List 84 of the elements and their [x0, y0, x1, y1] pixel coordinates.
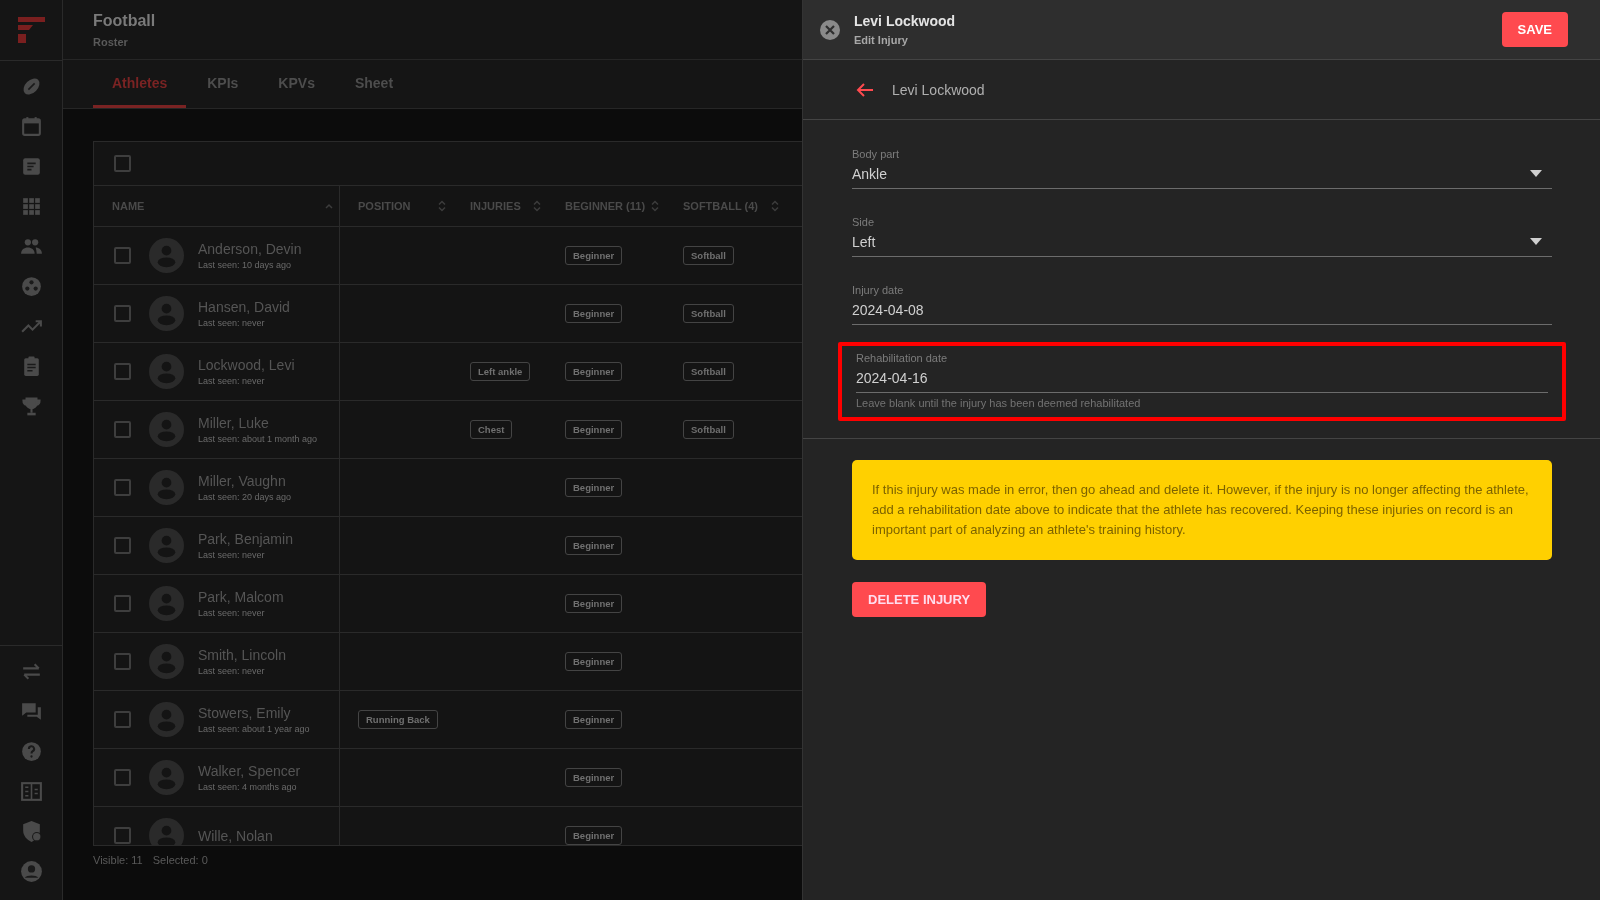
- tab[interactable]: KPVs: [259, 60, 334, 108]
- athlete-name[interactable]: Walker, Spencer: [198, 763, 301, 779]
- level-tag: Beginner: [565, 246, 623, 265]
- athlete-name[interactable]: Miller, Vaughn: [198, 473, 292, 489]
- field-label: Rehabilitation date: [856, 352, 949, 364]
- row-checkbox[interactable]: [114, 363, 131, 380]
- logo-icon[interactable]: [17, 17, 45, 43]
- ledger-icon[interactable]: [18, 779, 44, 804]
- row-checkbox[interactable]: [114, 595, 131, 612]
- row-checkbox[interactable]: [114, 305, 131, 322]
- row-checkbox[interactable]: [114, 711, 131, 728]
- last-seen-text: Last seen: never: [198, 666, 266, 676]
- page-title: Football: [93, 12, 156, 30]
- level-tag: Beginner: [565, 710, 623, 729]
- field-label: Side: [852, 216, 876, 228]
- last-seen-text: Last seen: 4 months ago: [198, 782, 298, 792]
- last-seen-text: Last seen: 20 days ago: [198, 492, 292, 502]
- select-field[interactable]: Ankle: [852, 166, 1552, 189]
- athlete-name[interactable]: Wille, Nolan: [198, 827, 273, 844]
- injury-tag: Chest: [470, 420, 513, 439]
- level-tag: Beginner: [565, 768, 623, 787]
- last-seen-text: Last seen: never: [198, 608, 266, 618]
- selected-count: Selected: 0: [152, 854, 208, 866]
- tab[interactable]: Sheet: [335, 60, 413, 108]
- visible-count: Visible: 11: [93, 854, 143, 866]
- athlete-name[interactable]: Miller, Luke: [198, 415, 318, 431]
- last-seen-text: Last seen: never: [198, 550, 266, 560]
- last-seen-text: Last seen: never: [198, 318, 266, 328]
- athlete-name[interactable]: Smith, Lincoln: [198, 647, 286, 663]
- panel-subtitle: Edit Injury: [854, 34, 908, 46]
- select-field[interactable]: Left: [852, 234, 1552, 257]
- position-tag: Running Back: [358, 710, 438, 729]
- row-checkbox[interactable]: [114, 479, 131, 496]
- level-tag: Beginner: [565, 652, 623, 671]
- last-seen-text: Last seen: 10 days ago: [198, 260, 293, 270]
- field-label: Injury date: [852, 284, 905, 296]
- row-checkbox[interactable]: [114, 247, 131, 264]
- row-checkbox[interactable]: [114, 537, 131, 554]
- panel-title: Levi Lockwood: [854, 13, 956, 29]
- sort-icon[interactable]: [769, 200, 781, 212]
- page-subtitle: Roster: [93, 36, 128, 48]
- row-checkbox[interactable]: [114, 769, 131, 786]
- close-icon[interactable]: [819, 18, 841, 41]
- dropdown-caret-icon[interactable]: [1530, 238, 1542, 246]
- last-seen-text: Last seen: about 1 month ago: [198, 434, 318, 444]
- account-icon[interactable]: [18, 859, 44, 884]
- row-checkbox[interactable]: [114, 827, 131, 844]
- sport-tag: Softball: [683, 304, 734, 323]
- tab[interactable]: KPIs: [188, 60, 258, 108]
- injury-tag: Left ankle: [470, 362, 531, 381]
- level-tag: Beginner: [565, 420, 623, 439]
- dropdown-caret-icon[interactable]: [1530, 170, 1542, 178]
- save-button[interactable]: SAVE: [1501, 12, 1568, 47]
- delete-injury-button[interactable]: DELETE INJURY: [852, 582, 987, 617]
- athlete-name[interactable]: Hansen, David: [198, 299, 290, 315]
- date-field[interactable]: 2024-04-16: [856, 370, 1548, 393]
- athlete-name[interactable]: Anderson, Devin: [198, 241, 302, 257]
- date-field[interactable]: 2024-04-08: [852, 302, 1552, 325]
- level-tag: Beginner: [565, 594, 623, 613]
- sort-icon[interactable]: [649, 200, 661, 212]
- sport-tag: Softball: [683, 246, 734, 265]
- last-seen-text: Last seen: about 1 year ago: [198, 724, 310, 734]
- warning-notice: If this injury was made in error, then go ahead and delete it. However, if the injury is no longer affecting the athlete, add a rehabilitation date above to indicate that the athlete has recovered. Keeping these injuries on record is an important part of analyzing an athlete's training history.: [852, 460, 1552, 560]
- level-tag: Beginner: [565, 478, 623, 497]
- athlete-name[interactable]: Stowers, Emily: [198, 705, 310, 721]
- sort-icon[interactable]: [436, 200, 448, 212]
- level-tag: Beginner: [565, 304, 623, 323]
- level-tag: Beginner: [565, 536, 623, 555]
- field-label: Body part: [852, 148, 901, 160]
- athlete-name: Levi Lockwood: [892, 81, 985, 98]
- athlete-name[interactable]: Park, Benjamin: [198, 531, 293, 547]
- athlete-name[interactable]: Lockwood, Levi: [198, 357, 295, 373]
- level-tag: Beginner: [565, 362, 623, 381]
- last-seen-text: Last seen: never: [198, 376, 266, 386]
- helper-text: Leave blank until the injury has been deemed rehabilitated: [856, 397, 1142, 409]
- tab[interactable]: Athletes: [93, 60, 187, 108]
- row-checkbox[interactable]: [114, 653, 131, 670]
- select-all-checkbox[interactable]: [114, 155, 131, 172]
- sport-tag: Softball: [683, 420, 734, 439]
- row-checkbox[interactable]: [114, 421, 131, 438]
- athlete-name[interactable]: Park, Malcom: [198, 589, 284, 605]
- level-tag: Beginner: [565, 826, 623, 845]
- sport-tag: Softball: [683, 362, 734, 381]
- sort-icon[interactable]: [531, 200, 543, 212]
